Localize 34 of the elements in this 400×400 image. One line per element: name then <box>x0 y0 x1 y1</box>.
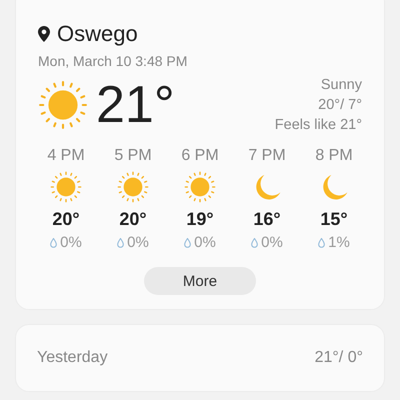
hour-temperature: 19° <box>186 209 214 230</box>
feels-like: Feels like 21° <box>274 117 362 133</box>
hour-temperature: 16° <box>253 209 281 230</box>
date-time: Mon, March 10 3:48 PM <box>38 53 188 69</box>
raindrop-icon <box>117 238 124 248</box>
raindrop-icon <box>318 238 326 248</box>
high-low: 20°/ 7° <box>318 97 362 113</box>
sun-icon <box>184 171 216 203</box>
hour-time: 8 PM <box>315 147 353 165</box>
raindrop-icon <box>50 238 58 248</box>
hour-time: 7 PM <box>248 147 286 165</box>
precipitation-chance: 0% <box>60 234 82 251</box>
precipitation-chance: 0% <box>194 234 216 251</box>
hour-temperature: 20° <box>119 209 147 230</box>
precipitation-chance: 0% <box>261 234 283 251</box>
hour-time: 5 PM <box>114 147 152 165</box>
precipitation-chance: 0% <box>127 234 149 251</box>
condition: Sunny <box>320 77 362 93</box>
yesterday-high-low: 21°/ 0° <box>314 349 363 367</box>
hour-time: 4 PM <box>47 147 85 165</box>
precipitation-chance: 1% <box>328 234 350 251</box>
raindrop-icon <box>251 238 258 248</box>
current-temperature: 21° <box>96 79 175 131</box>
sun-icon <box>50 171 82 203</box>
sun-icon <box>38 80 88 130</box>
hour-temperature: 15° <box>320 209 348 230</box>
sun-icon <box>117 171 149 203</box>
hour-temperature: 20° <box>52 209 80 230</box>
location-name: Oswego <box>57 21 138 47</box>
location-pin-icon <box>38 26 50 42</box>
raindrop-icon <box>184 238 192 248</box>
hour-time: 6 PM <box>181 147 219 165</box>
yesterday-label: Yesterday <box>37 349 108 367</box>
more-button[interactable]: More <box>144 267 256 295</box>
